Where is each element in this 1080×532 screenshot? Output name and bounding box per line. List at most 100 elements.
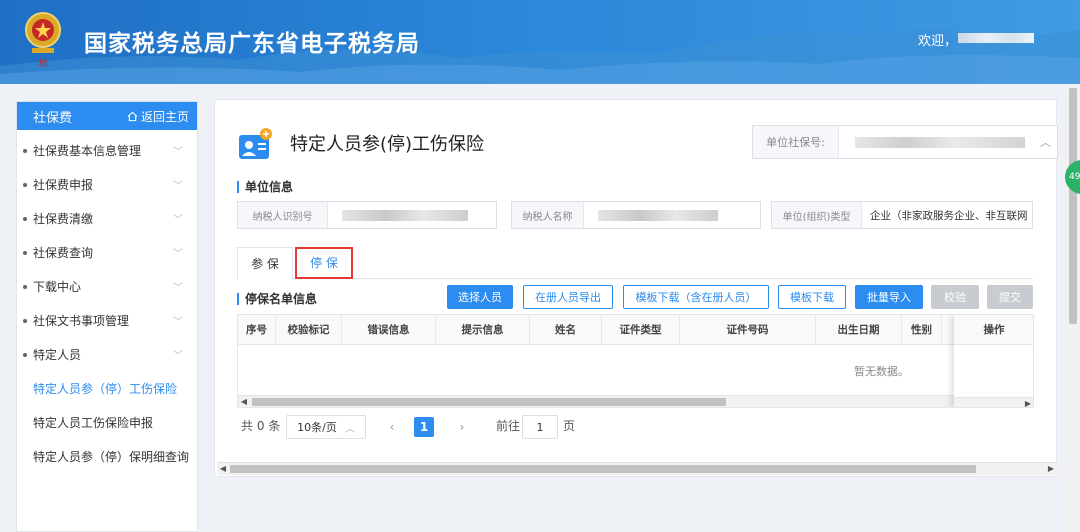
prev-page-button[interactable]: ‹ [382, 417, 402, 437]
page-1-button[interactable]: 1 [414, 417, 434, 437]
chevron-down-icon: ﹀ [173, 180, 183, 192]
pagination-total: 共 0 条 [241, 417, 280, 434]
sidebar-item-declare[interactable]: 社保费申报 ﹀ [17, 167, 197, 201]
panel-horizontal-scrollbar[interactable]: ◀ ▶ [217, 462, 1057, 475]
sidebar-item-label: 社保费申报 [33, 177, 94, 192]
home-link-label: 返回主页 [140, 109, 189, 124]
panel-scroll-thumb[interactable] [230, 465, 976, 473]
taxpayer-id-masked [342, 210, 468, 221]
tax-emblem-icon: 税 [25, 12, 61, 69]
goto-page-input[interactable]: 1 [522, 415, 558, 439]
col-hint-info: 提示信息 [436, 315, 530, 345]
sidebar-item-label: 下载中心 [33, 279, 82, 294]
table-header: 序号 校验标记 错误信息 提示信息 姓名 证件类型 证件号码 出生日期 性别 [238, 315, 1033, 345]
bullet-icon [23, 217, 27, 221]
taxpayer-id-label: 纳税人识别号 [238, 202, 328, 228]
export-registered-button[interactable]: 在册人员导出 [523, 285, 613, 309]
user-name-masked [958, 33, 1034, 43]
unit-ss-number-label: 单位社保号: [753, 126, 839, 158]
sidebar-title: 社保费 [33, 110, 73, 126]
page-size-select[interactable]: 10条/页 ︿ [286, 415, 366, 439]
taxpayer-name-masked [598, 210, 718, 221]
sidebar-item-query[interactable]: 社保费查询 ﹀ [17, 235, 197, 269]
sidebar-item-label: 社保费查询 [33, 245, 94, 260]
bullet-icon [23, 319, 27, 323]
submit-button[interactable]: 提交 [987, 285, 1033, 309]
main-panel: 特定人员参(停)工伤保险 单位社保号: ︿ 单位信息 纳税人识别号 纳税人名称 … [214, 99, 1058, 477]
chevron-down-icon: ﹀ [173, 248, 183, 260]
sidebar-item-basic-info[interactable]: 社保费基本信息管理 ﹀ [17, 133, 197, 167]
template-download-button[interactable]: 模板下载 [778, 285, 846, 309]
page-size-value: 10条/页 [297, 421, 337, 434]
goto-prefix: 前往 [496, 419, 521, 433]
sidebar: 社保费 返回主页 社保费基本信息管理 ﹀ 社保费申报 ﹀ 社保费清缴 ﹀ 社保费查询 ﹀… [16, 101, 198, 532]
fixed-column-scrollbar[interactable]: ▶ [954, 397, 1033, 407]
validate-button[interactable]: 校验 [931, 285, 979, 309]
taxpayer-name-label: 纳税人名称 [512, 202, 584, 228]
batch-import-button[interactable]: 批量导入 [855, 285, 923, 309]
chevron-down-icon: ﹀ [173, 146, 183, 158]
col-error-info: 错误信息 [342, 315, 436, 345]
sidebar-item-pay[interactable]: 社保费清缴 ﹀ [17, 201, 197, 235]
chevron-down-icon: ﹀ [173, 282, 183, 294]
page-scroll-thumb[interactable] [1069, 88, 1077, 324]
sidebar-item-special-persons[interactable]: 特定人员 ﹀ [17, 337, 197, 371]
unit-ss-number-select[interactable]: 单位社保号: ︿ [752, 125, 1058, 159]
sidebar-subitem-detail-query[interactable]: 特定人员参（停）保明细查询 [17, 439, 197, 473]
total-count: 0 [256, 419, 265, 433]
col-index: 序号 [238, 315, 276, 345]
sidebar-item-label: 社保文书事项管理 [33, 313, 130, 328]
bullet-icon [23, 285, 27, 289]
top-banner: 税 国家税务总局广东省电子税务局 欢迎， [0, 0, 1080, 84]
next-page-button[interactable]: › [452, 417, 472, 437]
select-person-button[interactable]: 选择人员 [447, 285, 513, 309]
empty-data-text: 暂无数据。 [854, 365, 909, 378]
scroll-right-icon[interactable]: ▶ [1045, 463, 1057, 475]
scroll-left-icon[interactable]: ◀ [238, 396, 250, 407]
scroll-right-icon[interactable]: ▶ [1022, 398, 1033, 407]
bullet-icon [23, 251, 27, 255]
site-title: 国家税务总局广东省电子税务局 [84, 31, 420, 57]
col-id-type: 证件类型 [602, 315, 680, 345]
sidebar-item-download[interactable]: 下载中心 ﹀ [17, 269, 197, 303]
stop-list-heading: 停保名单信息 [237, 293, 317, 305]
svg-text:税: 税 [38, 57, 47, 69]
total-suffix: 条 [268, 419, 281, 433]
goto-suffix: 页 [563, 419, 576, 433]
tab-bar: 参 保 停 保 [237, 247, 1033, 279]
home-icon [127, 111, 138, 121]
col-check-flag: 校验标记 [276, 315, 342, 345]
taxpayer-id-field: 纳税人识别号 [237, 201, 497, 229]
table-scroll-thumb[interactable] [252, 398, 726, 406]
chevron-down-icon: ﹀ [173, 214, 183, 226]
scroll-left-icon[interactable]: ◀ [217, 463, 229, 475]
bullet-icon [23, 149, 27, 153]
sidebar-item-label: 社保费基本信息管理 [33, 143, 142, 158]
page-title: 特定人员参(停)工伤保险 [290, 134, 485, 155]
unit-info-heading: 单位信息 [237, 181, 293, 193]
sidebar-item-documents[interactable]: 社保文书事项管理 ﹀ [17, 303, 197, 337]
org-type-value: 企业（非家政服务企业、非互联网 [870, 209, 1028, 222]
page-vertical-scrollbar[interactable] [1066, 84, 1080, 532]
table-horizontal-scrollbar[interactable]: ◀ [238, 395, 954, 407]
chevron-up-icon: ︿ [344, 423, 355, 435]
tab-stop[interactable]: 停 保 [295, 247, 353, 279]
sidebar-item-label: 社保费清缴 [33, 211, 94, 226]
welcome-text: 欢迎， [918, 34, 958, 49]
home-link[interactable]: 返回主页 [127, 108, 189, 125]
col-birth-date: 出生日期 [816, 315, 902, 345]
stop-list-table: 序号 校验标记 错误信息 提示信息 姓名 证件类型 证件号码 出生日期 性别 暂… [237, 314, 1034, 408]
total-prefix: 共 [241, 419, 254, 433]
org-type-field: 单位(组织)类型 企业（非家政服务企业、非互联网 [771, 201, 1033, 229]
unit-ss-number-masked [855, 137, 1025, 148]
chevron-down-icon: ﹀ [173, 350, 183, 362]
chevron-down-icon: ﹀ [173, 316, 183, 328]
person-add-icon [239, 128, 272, 159]
tab-enroll[interactable]: 参 保 [237, 247, 293, 279]
template-with-registered-button[interactable]: 模板下载（含在册人员） [623, 285, 769, 309]
bullet-icon [23, 353, 27, 357]
sidebar-subitem-enroll-stop[interactable]: 特定人员参（停）工伤保险 [17, 371, 197, 405]
sidebar-subitem-injury-declare[interactable]: 特定人员工伤保险申报 [17, 405, 197, 439]
col-name: 姓名 [530, 315, 602, 345]
col-gender: 性别 [902, 315, 942, 345]
